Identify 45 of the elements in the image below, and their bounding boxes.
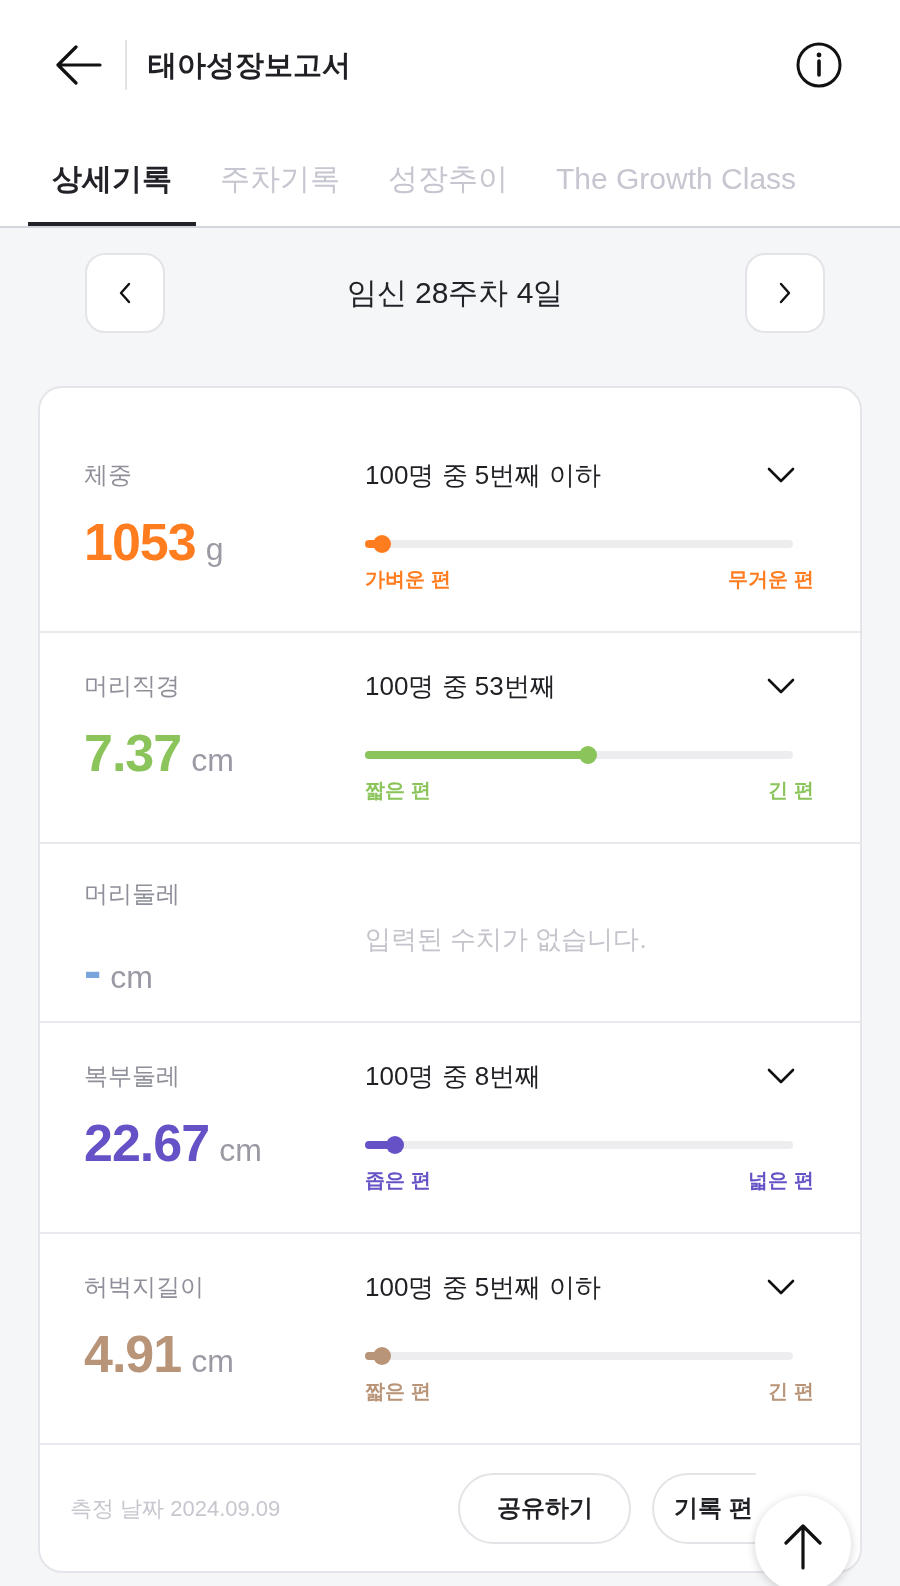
measurement-value: - [84, 940, 101, 1000]
scale-label: 긴 편 [768, 1379, 814, 1404]
scale-label: 넓은 편 [748, 1168, 814, 1193]
measurement-unit: g [205, 530, 224, 569]
date-title: 임신 28주차 4일 [346, 275, 564, 311]
measurement-label: 체중 [84, 460, 133, 490]
chevron-down-icon[interactable] [767, 678, 795, 694]
info-button[interactable] [796, 42, 842, 88]
page-title: 태아성장보고서 [148, 48, 351, 83]
chevron-down-icon[interactable] [767, 1068, 795, 1084]
measurement-value: 7.37 [84, 723, 182, 783]
measurement-label: 머리직경 [84, 671, 181, 701]
empty-message: 입력된 수치가 없습니다. [365, 924, 647, 954]
share-button[interactable]: 공유하기 [458, 1472, 631, 1544]
rank-text: 100명 중 8번째 [365, 1060, 542, 1092]
scale-label: 짧은 편 [365, 1379, 431, 1404]
scale-label: 짧은 편 [365, 778, 431, 803]
back-arrow-icon [56, 45, 102, 85]
measurement-label: 허벅지길이 [84, 1272, 205, 1302]
measurement-value: 1053 [84, 512, 196, 572]
measurement-unit: cm [110, 958, 153, 997]
measurement-unit: cm [219, 1131, 262, 1170]
rank-text: 100명 중 53번째 [365, 670, 556, 702]
chevron-down-icon[interactable] [767, 1279, 795, 1295]
measurement-date: 측정 날짜 2024.09.09 [70, 1494, 281, 1523]
info-icon [796, 42, 842, 88]
chevron-left-icon [119, 282, 131, 304]
scale-label: 긴 편 [768, 778, 814, 803]
chevron-down-icon[interactable] [767, 467, 795, 483]
measurement-value: 4.91 [84, 1324, 182, 1384]
rank-text: 100명 중 5번째 이하 [365, 459, 601, 491]
measurement-value: 22.67 [84, 1113, 210, 1173]
measurement-label: 복부둘레 [84, 1061, 181, 1091]
measurement-label: 머리둘레 [84, 879, 181, 909]
edit-record-button[interactable]: 기록 편 [652, 1472, 756, 1544]
measurement-unit: cm [191, 1342, 234, 1381]
chevron-right-icon [779, 282, 791, 304]
back-button[interactable] [56, 45, 102, 85]
scale-label: 무거운 편 [728, 567, 814, 592]
scale-label: 좁은 편 [365, 1168, 431, 1193]
measurement-unit: cm [191, 741, 234, 780]
scale-label: 가벼운 편 [365, 567, 451, 592]
tab[interactable]: 상세기록 [28, 130, 196, 226]
rank-text: 100명 중 5번째 이하 [365, 1271, 601, 1303]
arrow-up-icon [784, 1524, 822, 1570]
